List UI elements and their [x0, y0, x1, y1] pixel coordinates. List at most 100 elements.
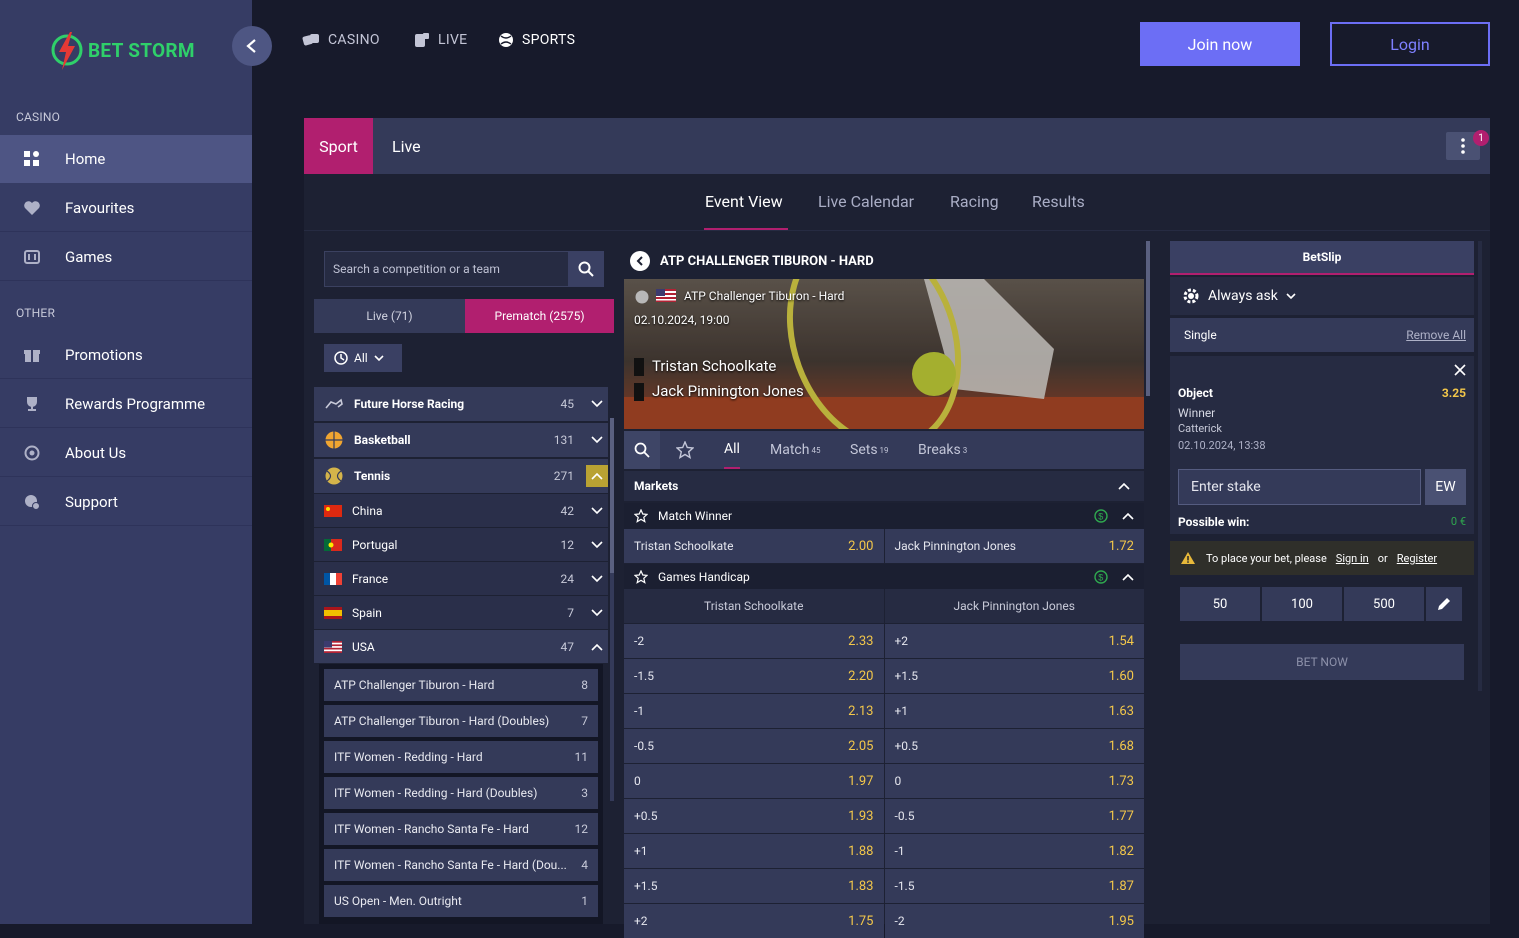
logo[interactable]: BET STORM	[50, 28, 195, 72]
edit-stakes-button[interactable]	[1426, 587, 1462, 621]
nav-sports[interactable]: SPORTS	[498, 32, 575, 48]
odds-button[interactable]: -1.5 2.20	[624, 659, 884, 693]
quick-stake-100[interactable]: 100	[1262, 587, 1342, 621]
competition-item[interactable]: ITF Women - Rancho Santa Fe - Hard 12	[324, 813, 598, 845]
prematch-filter-tab[interactable]: Prematch (2575)	[465, 299, 614, 333]
join-now-button[interactable]: Join now	[1140, 22, 1300, 66]
sidebar-item-promotions[interactable]: Promotions	[0, 331, 252, 379]
sidebar-item-games[interactable]: Games	[0, 233, 252, 281]
live-filter-tab[interactable]: Live (71)	[314, 299, 465, 333]
sidebar-item-support[interactable]: Support	[0, 478, 252, 526]
stake-input[interactable]: Enter stake	[1178, 469, 1421, 505]
each-way-button[interactable]: EW	[1425, 469, 1466, 505]
competition-item[interactable]: ITF Women - Rancho Santa Fe - Hard (Dou.…	[324, 849, 598, 881]
odds-button[interactable]: -1 2.13	[624, 694, 884, 728]
country-row-portugal[interactable]: Portugal 12	[314, 527, 608, 561]
odds-button[interactable]: +2 1.54	[884, 624, 1144, 658]
odds-button[interactable]: -2 1.95	[884, 904, 1144, 938]
scrollbar-thumb[interactable]	[610, 418, 614, 573]
handicap-row: -2 2.33 +2 1.54	[624, 624, 1144, 658]
sport-row-basketball[interactable]: Basketball 131	[314, 423, 608, 457]
odds-button[interactable]: -1 1.82	[884, 834, 1144, 868]
market-search-button[interactable]	[624, 431, 660, 469]
odds-button[interactable]: -1.5 1.87	[884, 869, 1144, 903]
odds-button[interactable]: -0.5 1.77	[884, 799, 1144, 833]
competition-item[interactable]: ATP Challenger Tiburon - Hard 8	[324, 669, 598, 701]
competition-item[interactable]: US Open - Men. Outright 1	[324, 885, 598, 917]
sidebar-item-rewards[interactable]: Rewards Programme	[0, 380, 252, 428]
odds-button[interactable]: 0 1.97	[624, 764, 884, 798]
sport-row-tennis[interactable]: Tennis 271	[314, 459, 608, 493]
country-row-china[interactable]: China 42	[314, 493, 608, 527]
close-icon[interactable]	[1454, 364, 1466, 376]
sidebar-item-favourites[interactable]: Favourites	[0, 184, 252, 232]
odds-button[interactable]: +0.5 1.93	[624, 799, 884, 833]
scrollbar-thumb[interactable]	[1146, 241, 1150, 396]
search-button[interactable]	[568, 251, 604, 287]
country-row-usa[interactable]: USA 47	[314, 629, 608, 663]
login-button[interactable]: Login	[1330, 22, 1490, 66]
nav-casino[interactable]: CASINO	[302, 32, 380, 48]
competition-item[interactable]: ATP Challenger Tiburon - Hard (Doubles) 7	[324, 705, 598, 737]
odds-button[interactable]: +2 1.75	[624, 904, 884, 938]
scrollbar-track[interactable]	[1478, 241, 1482, 691]
odds-change-dropdown[interactable]: Always ask	[1170, 277, 1474, 315]
bet-now-button[interactable]: BET NOW	[1180, 644, 1464, 680]
handicap-row: +1.5 1.83 -1.5 1.87	[624, 869, 1144, 903]
odds-button[interactable]: +1 1.88	[624, 834, 884, 868]
possible-win-label: Possible win:	[1178, 515, 1250, 529]
competition-item[interactable]: ITF Women - Redding - Hard (Doubles) 3	[324, 777, 598, 809]
odds-button[interactable]: +1.5 1.83	[624, 869, 884, 903]
nav-live[interactable]: LIVE	[414, 32, 467, 48]
odds-button[interactable]: 0 1.73	[884, 764, 1144, 798]
quick-stake-50[interactable]: 50	[1180, 587, 1260, 621]
market-match-winner-header[interactable]: Match Winner $	[624, 503, 1144, 529]
odds-button[interactable]: -0.5 2.05	[624, 729, 884, 763]
odds-button[interactable]: -2 2.33	[624, 624, 884, 658]
sidebar-item-home[interactable]: Home	[0, 135, 252, 183]
tab-live-calendar[interactable]: Live Calendar	[818, 192, 914, 211]
collapse-sidebar-button[interactable]	[232, 26, 272, 66]
tab-sport[interactable]: Sport	[304, 118, 373, 174]
country-row-spain[interactable]: Spain 7	[314, 595, 608, 629]
country-count: 42	[560, 503, 575, 518]
competition-search-input[interactable]: Search a competition or a team	[324, 251, 604, 287]
markets-header[interactable]: Markets	[624, 471, 1144, 501]
tab-live[interactable]: Live	[392, 118, 421, 174]
odds-button[interactable]: +0.5 1.68	[884, 729, 1144, 763]
market-games-handicap-header[interactable]: Games Handicap $	[624, 564, 1144, 590]
back-button[interactable]	[630, 251, 650, 271]
sport-row-future-horse-racing[interactable]: Future Horse Racing 45	[314, 387, 608, 421]
sport-count: 131	[553, 433, 574, 447]
odds-button[interactable]: +1 1.63	[884, 694, 1144, 728]
tab-results[interactable]: Results	[1032, 192, 1085, 211]
remove-all-link[interactable]: Remove All	[1406, 328, 1466, 342]
sidebar-item-about[interactable]: About Us	[0, 429, 252, 477]
star-icon[interactable]	[634, 509, 648, 523]
odds-button-home[interactable]: Tristan Schoolkate 2.00	[624, 529, 884, 563]
sign-in-link[interactable]: Sign in	[1336, 552, 1369, 565]
favorite-markets-button[interactable]	[676, 431, 694, 469]
flag-china-icon	[324, 504, 342, 517]
tab-event-view[interactable]: Event View	[705, 192, 783, 211]
chevron-down-icon	[586, 429, 608, 451]
active-tab-indicator	[704, 228, 788, 230]
odds-button[interactable]: +1.5 1.60	[884, 659, 1144, 693]
time-filter-dropdown[interactable]: All	[324, 344, 402, 372]
tab-breaks-markets[interactable]: Breaks 3	[918, 431, 967, 469]
event-view: ATP CHALLENGER TIBURON - HARD ATP Challe…	[624, 241, 1144, 938]
quick-stake-500[interactable]: 500	[1344, 587, 1424, 621]
chevron-up-icon[interactable]	[586, 465, 608, 487]
tab-sets-markets[interactable]: Sets 19	[850, 431, 889, 469]
tab-all-markets[interactable]: All	[724, 431, 740, 469]
svg-text:$: $	[1098, 512, 1103, 522]
tab-match-markets[interactable]: Match 45	[770, 431, 820, 469]
tab-racing[interactable]: Racing	[950, 192, 999, 211]
star-icon[interactable]	[634, 570, 648, 584]
chevron-down-icon	[586, 393, 608, 415]
odds-button-away[interactable]: Jack Pinnington Jones 1.72	[884, 529, 1144, 563]
competition-item[interactable]: ITF Women - Redding - Hard 11	[324, 741, 598, 773]
register-link[interactable]: Register	[1397, 552, 1437, 565]
country-count: 7	[567, 605, 574, 620]
country-row-france[interactable]: France 24	[314, 561, 608, 595]
